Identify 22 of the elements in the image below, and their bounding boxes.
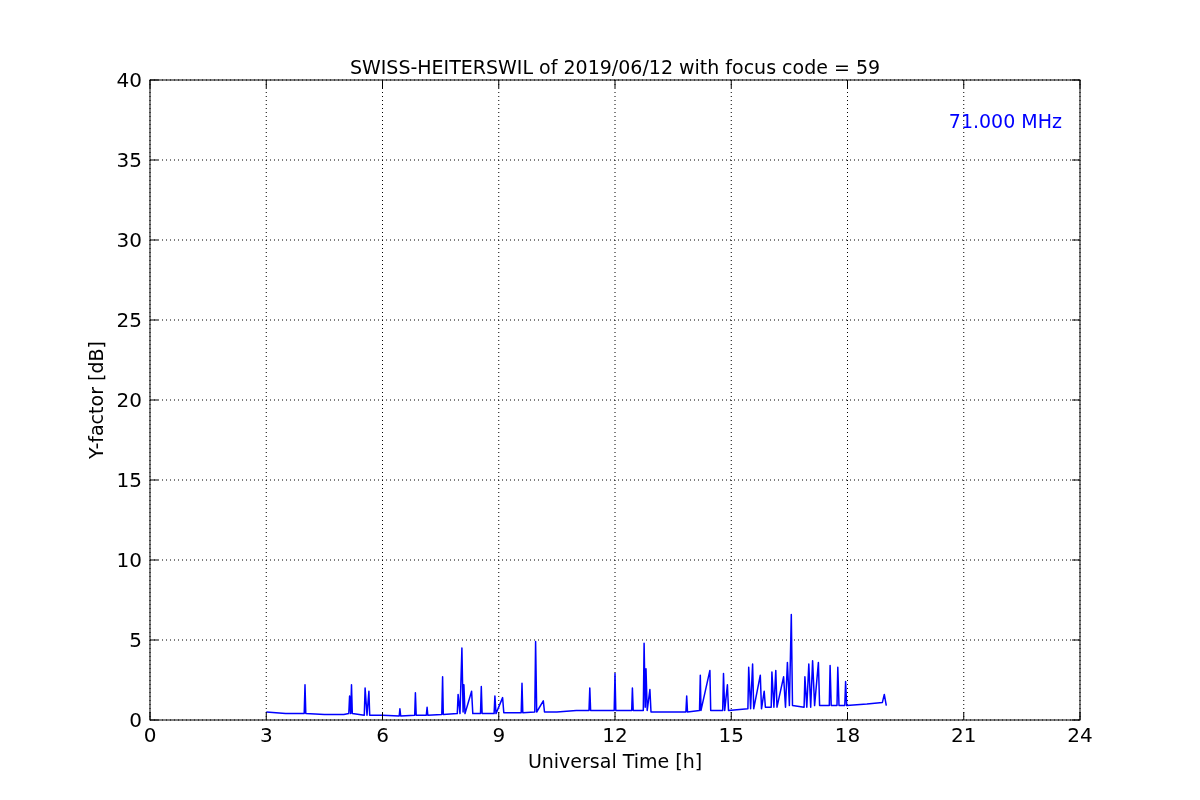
tick-label: 15 [718, 723, 744, 747]
tick-label: 25 [116, 308, 142, 332]
tick-label: 0 [143, 723, 157, 747]
tick-label: 0 [129, 708, 142, 732]
tick-label: 30 [116, 228, 142, 252]
axis-label: Universal Time [h] [527, 750, 703, 772]
axis-label: Y-factor [dB] [85, 341, 107, 459]
tick-label: 6 [376, 723, 389, 747]
series-label: 71.000 MHz [948, 110, 1062, 132]
tick-label: 12 [602, 723, 628, 747]
tick-label: 5 [129, 628, 142, 652]
tick-label: 21 [951, 723, 977, 747]
tick-label: 20 [116, 388, 142, 412]
tick-label: 9 [492, 723, 506, 747]
tick-label: 18 [834, 723, 861, 747]
tick-label: 35 [116, 148, 142, 172]
tick-label: 15 [116, 468, 142, 492]
tick-label: 3 [259, 723, 273, 747]
chart-title: SWISS-HEITERSWIL of 2019/06/12 with focus code = 59 [349, 56, 881, 78]
tick-label: 10 [116, 548, 142, 572]
tick-label: 24 [1067, 723, 1093, 747]
tick-label: 40 [116, 68, 142, 92]
